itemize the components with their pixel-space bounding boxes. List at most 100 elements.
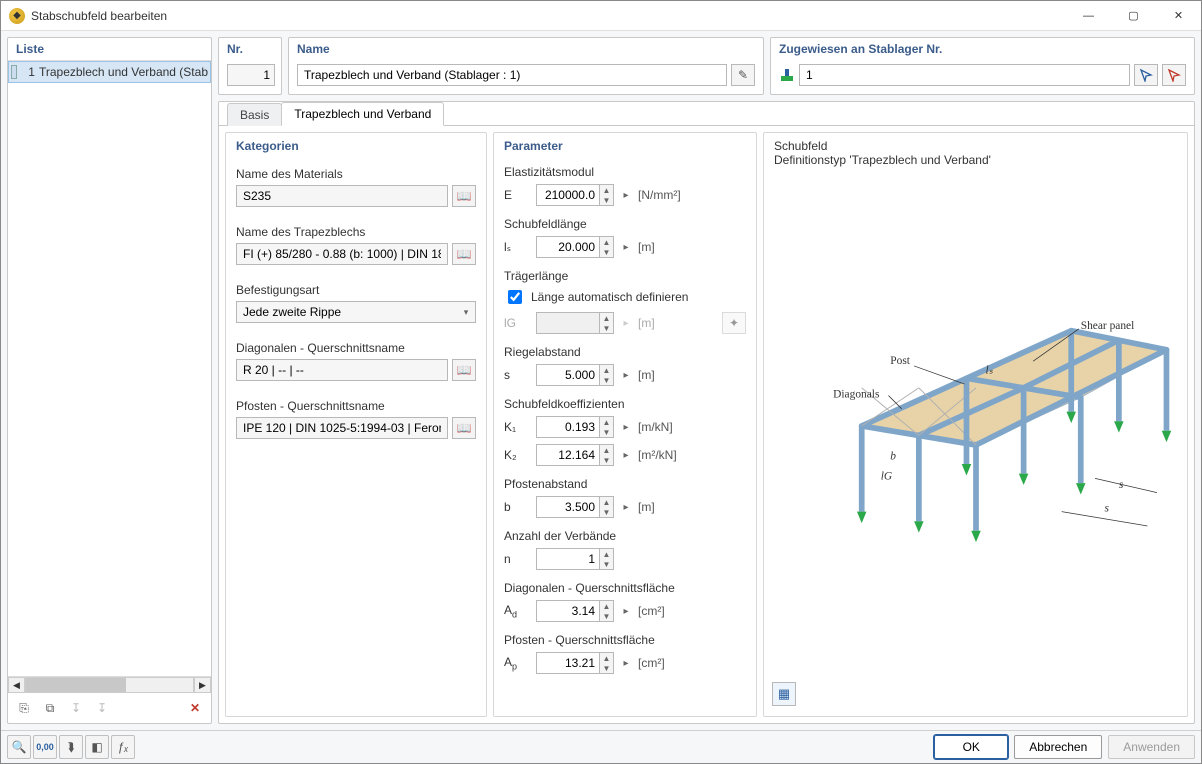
pfosten-combo[interactable] [236,417,448,439]
goto-icon[interactable]: ▸ [620,658,632,669]
copy-item-button[interactable]: ⧉ [38,696,62,720]
b-spinner[interactable]: ▲▼ [536,496,614,518]
spin-down-icon[interactable]: ▼ [600,455,613,465]
trapez-combo[interactable] [236,243,448,265]
k1-input[interactable] [536,416,600,438]
b-input[interactable] [536,496,600,518]
spin-down-icon[interactable]: ▼ [600,195,613,205]
trapez-input[interactable] [237,244,447,264]
pick-add-button[interactable] [1162,64,1186,86]
goto-icon[interactable]: ▸ [620,422,632,433]
cursor-add-icon [1167,68,1181,82]
ok-button[interactable]: OK [934,735,1008,759]
sort-num-button[interactable]: ↧ [64,696,88,720]
diag-library-button[interactable]: 📖 [452,359,476,381]
material-combo[interactable] [236,185,448,207]
spin-down-icon[interactable]: ▼ [600,663,613,673]
pick-in-model-button[interactable] [1134,64,1158,86]
spin-down-icon[interactable]: ▼ [600,507,613,517]
spin-down-icon[interactable]: ▼ [600,375,613,385]
nr-input[interactable] [227,64,275,86]
pfosten-library-button[interactable]: 📖 [452,417,476,439]
goto-icon[interactable]: ▸ [620,502,632,513]
view-3d-button[interactable]: ▦ [772,682,796,706]
ad-input[interactable] [536,600,600,622]
pfosten-input[interactable] [237,418,447,438]
e-input[interactable] [536,184,600,206]
tab-basis[interactable]: Basis [227,103,282,126]
minimize-button[interactable]: — [1066,1,1111,31]
lg-label: Trägerlänge [494,261,756,285]
s-input[interactable] [536,364,600,386]
goto-icon[interactable]: ▸ [620,190,632,201]
help-button[interactable]: 🔍 [7,735,31,759]
n-spinner[interactable]: ▲▼ [536,548,614,570]
k2-spinner[interactable]: ▲▼ [536,444,614,466]
scroll-left-button[interactable]: ◀ [8,677,25,693]
units-button[interactable]: 0,00 [33,735,57,759]
list-item-number: 1 [21,65,35,79]
spin-up-icon[interactable]: ▲ [600,237,613,247]
trapez-library-button[interactable]: 📖 [452,243,476,265]
tool-mode-button[interactable]: ◧ [85,735,109,759]
spin-down-icon[interactable]: ▼ [600,559,613,569]
scroll-track[interactable] [25,677,194,693]
spin-down-icon[interactable]: ▼ [600,611,613,621]
ap-spinner[interactable]: ▲▼ [536,652,614,674]
goto-icon[interactable]: ▸ [620,370,632,381]
close-button[interactable]: ✕ [1156,1,1201,31]
n-input[interactable] [536,548,600,570]
tool-fx-button[interactable]: ƒₓ [111,735,135,759]
diag-input[interactable] [237,360,447,380]
ls-input[interactable] [536,236,600,258]
spin-up-icon[interactable]: ▲ [600,601,613,611]
cancel-button[interactable]: Abbrechen [1014,735,1102,759]
scroll-thumb[interactable] [26,678,126,692]
ls-symbol: lₛ [504,240,530,254]
new-item-button[interactable]: ⎘ [12,696,36,720]
scroll-right-button[interactable]: ▶ [194,677,211,693]
ls-spinner[interactable]: ▲▼ [536,236,614,258]
spin-up-icon[interactable]: ▲ [600,445,613,455]
k2-input[interactable] [536,444,600,466]
tool-pick-button[interactable]: ⮯ [59,735,83,759]
delete-item-button[interactable]: ✕ [183,696,207,720]
list-item[interactable]: 1 Trapezblech und Verband (Stab [8,61,211,83]
material-library-button[interactable]: 📖 [452,185,476,207]
goto-icon[interactable]: ▸ [620,606,632,617]
spin-up-icon[interactable]: ▲ [600,417,613,427]
spin-up-icon[interactable]: ▲ [600,365,613,375]
s-spinner[interactable]: ▲▼ [536,364,614,386]
zugewiesen-input[interactable] [799,64,1130,86]
library-icon: 📖 [457,363,472,377]
spin-up-icon[interactable]: ▲ [600,653,613,663]
spin-up-icon[interactable]: ▲ [600,185,613,195]
diag-combo[interactable] [236,359,448,381]
goto-icon[interactable]: ▸ [620,242,632,253]
k1-spinner[interactable]: ▲▼ [536,416,614,438]
name-input[interactable] [297,64,727,86]
liste-listbox[interactable]: 1 Trapezblech und Verband (Stab [8,60,211,676]
kategorien-panel: Kategorien Name des Materials 📖 [225,132,487,717]
spin-up-icon[interactable]: ▲ [600,549,613,559]
e-spinner[interactable]: ▲▼ [536,184,614,206]
befest-combo[interactable]: ▾ [236,301,476,323]
bottom-toolbar: 🔍 0,00 ⮯ ◧ ƒₓ [7,735,135,759]
content-area: Liste 1 Trapezblech und Verband (Stab ◀ … [1,31,1201,730]
sort-alpha-button[interactable]: ↧ [90,696,114,720]
ad-spinner[interactable]: ▲▼ [536,600,614,622]
ap-input[interactable] [536,652,600,674]
edit-name-button[interactable]: ✎ [731,64,755,86]
lg-auto-checkbox[interactable]: Länge automatisch definieren [494,285,756,309]
goto-icon[interactable]: ▸ [620,450,632,461]
maximize-button[interactable]: ▢ [1111,1,1156,31]
spin-up-icon[interactable]: ▲ [600,497,613,507]
spin-down-icon[interactable]: ▼ [600,427,613,437]
liste-scrollbar[interactable]: ◀ ▶ [8,676,211,693]
tab-trapezblech[interactable]: Trapezblech und Verband [281,102,444,126]
lg-auto-input[interactable] [508,290,522,304]
befest-input[interactable] [237,302,457,322]
apply-button[interactable]: Anwenden [1108,735,1195,759]
material-input[interactable] [237,186,447,206]
spin-down-icon[interactable]: ▼ [600,247,613,257]
